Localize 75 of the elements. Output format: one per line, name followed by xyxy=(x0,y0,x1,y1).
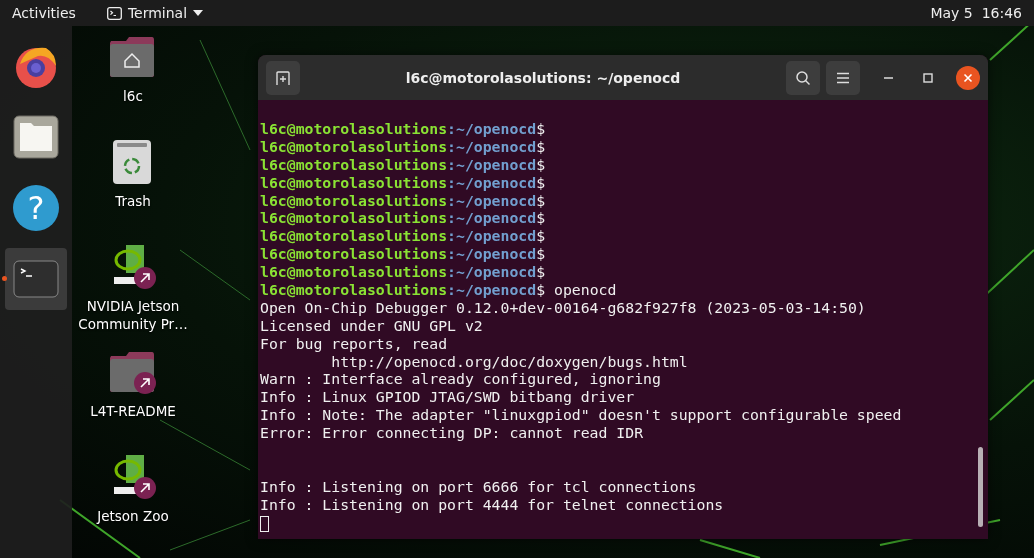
prompt-sign: $ xyxy=(536,263,546,281)
desktop-icon-label: L4T-README xyxy=(89,402,177,420)
close-icon xyxy=(963,72,973,83)
search-icon xyxy=(795,69,811,86)
output-line: Info : Note: The adapter "linuxgpiod" doesn't support configurable speed xyxy=(260,406,902,424)
new-tab-button[interactable] xyxy=(266,60,300,95)
prompt-sign: $ xyxy=(536,245,546,263)
prompt-path: :~/openocd xyxy=(447,245,537,263)
prompt-path: :~/openocd xyxy=(447,155,537,173)
output-line: Warn : Interface already configured, ignoring xyxy=(260,370,661,388)
prompt-user: l6c@motorolasolutions xyxy=(260,137,448,155)
desktop-icon[interactable]: Jetson Zoo xyxy=(73,453,193,558)
desktop-icon-label: NVIDIA Jetson Community Pr… xyxy=(77,297,189,333)
output-line: Info : Linux GPIOD JTAG/SWD bitbang driver xyxy=(260,388,635,406)
output-line: http://openocd.org/doc/doxygen/bugs.html xyxy=(330,352,688,370)
prompt-user: l6c@motorolasolutions xyxy=(260,209,448,227)
desktop-icon-label: Trash xyxy=(114,192,152,210)
output-line: Licensed under GNU GPL v2 xyxy=(260,316,483,334)
output-line: For bug reports, read xyxy=(260,334,448,352)
prompt-sign: $ xyxy=(536,120,546,137)
prompt-sign: $ xyxy=(536,281,546,298)
prompt-path: :~/openocd xyxy=(447,173,537,191)
desktop-icon[interactable]: NVIDIA Jetson Community Pr… xyxy=(73,243,193,348)
running-indicator xyxy=(2,276,7,281)
clock[interactable]: May 5 16:46 xyxy=(930,5,1022,21)
prompt-user: l6c@motorolasolutions xyxy=(260,191,448,209)
terminal-icon xyxy=(13,260,59,298)
prompt-sign: $ xyxy=(536,155,546,173)
prompt-sign: $ xyxy=(536,209,546,227)
search-button[interactable] xyxy=(786,60,820,95)
home-folder-icon xyxy=(110,37,154,77)
prompt-sign: $ xyxy=(536,191,546,209)
prompt-path: :~/openocd xyxy=(447,120,537,137)
prompt-path: :~/openocd xyxy=(447,281,537,298)
prompt-path: :~/openocd xyxy=(447,209,537,227)
trash-icon xyxy=(113,140,151,184)
output-line: Info : Listening on port 6666 for tcl connections xyxy=(260,477,697,495)
prompt-sign: $ xyxy=(536,227,546,245)
output-line: Info : Listening on port 4444 for telnet connections xyxy=(260,495,724,513)
close-button[interactable] xyxy=(956,65,980,90)
menu-button[interactable] xyxy=(826,60,860,95)
menu-icon xyxy=(836,71,850,84)
help-icon: ? xyxy=(13,185,59,231)
activities-button[interactable]: Activities xyxy=(12,5,76,21)
prompt-path: :~/openocd xyxy=(447,137,537,155)
prompt-user: l6c@motorolasolutions xyxy=(260,173,448,191)
new-tab-icon xyxy=(275,69,291,86)
text-cursor xyxy=(260,515,269,532)
prompt-user: l6c@motorolasolutions xyxy=(260,155,448,173)
terminal-icon xyxy=(106,6,122,20)
output-line: Error: Error connecting DP: cannot read IDR xyxy=(260,424,644,442)
minimize-icon xyxy=(883,76,893,79)
desktop-icon[interactable]: L4T-README xyxy=(73,348,193,453)
prompt-sign: $ xyxy=(536,173,546,191)
desktop-icon-label: l6c xyxy=(122,87,144,105)
prompt-path: :~/openocd xyxy=(447,263,537,281)
prompt-user: l6c@motorolasolutions xyxy=(260,245,448,263)
app-menu[interactable]: Terminal xyxy=(106,5,204,21)
desktop-icon-label: Jetson Zoo xyxy=(95,507,170,525)
maximize-icon xyxy=(923,72,933,83)
prompt-path: :~/openocd xyxy=(447,227,537,245)
prompt-sign: $ xyxy=(536,137,546,155)
desktop-icon[interactable]: Trash xyxy=(73,138,193,243)
desktop-icon[interactable]: l6c xyxy=(73,33,193,138)
window-title: l6c@motorolasolutions: ~/openocd xyxy=(404,69,682,86)
caret-icon xyxy=(193,10,204,16)
output-line: Open On-Chip Debugger 0.12.0+dev-00164-g682f927f8 (2023-05-03-14:50) xyxy=(260,298,866,316)
command-text: openocd xyxy=(553,281,617,298)
prompt-user: l6c@motorolasolutions xyxy=(260,120,448,137)
folder-icon xyxy=(13,115,59,159)
prompt-user: l6c@motorolasolutions xyxy=(260,263,448,281)
prompt-user: l6c@motorolasolutions xyxy=(260,281,448,298)
prompt-path: :~/openocd xyxy=(447,191,537,209)
prompt-user: l6c@motorolasolutions xyxy=(260,227,448,245)
scrollbar-thumb[interactable] xyxy=(978,447,983,527)
